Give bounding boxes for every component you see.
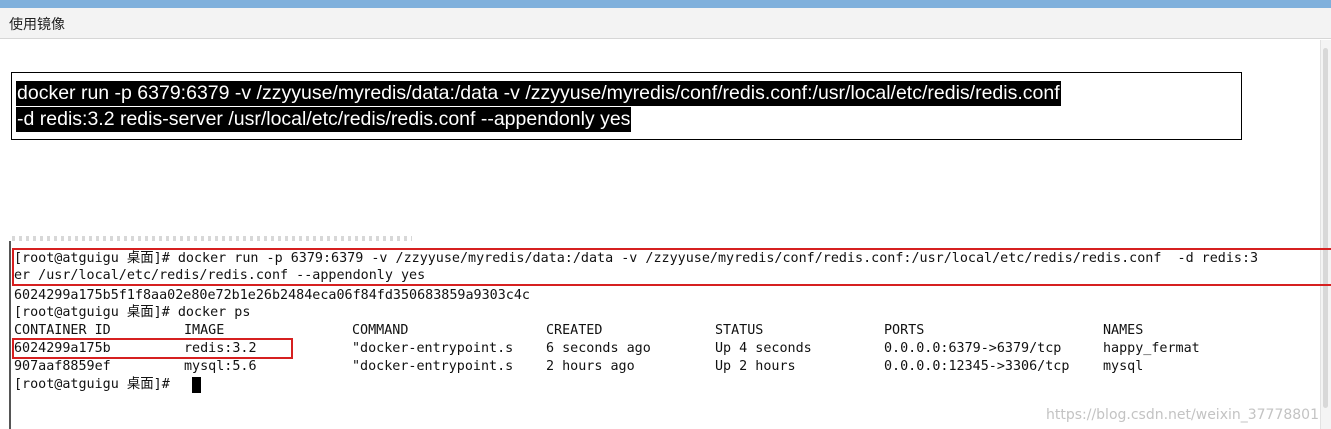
command-line-2: -d redis:3.2 redis-server /usr/local/etc… [16, 107, 632, 132]
terminal-output: [root@atguigu 桌面]# docker run -p 6379:63… [9, 241, 1331, 429]
command-box: docker run -p 6379:6379 -v /zzyyuse/myre… [11, 72, 1242, 140]
row2-image: mysql:5.6 [184, 359, 257, 374]
row2-container-id: 907aaf8859ef [14, 359, 111, 374]
row1-names: happy_fermat [1103, 341, 1200, 356]
row1-created: 6 seconds ago [546, 341, 651, 356]
section-title-bar: 使用镜像 [0, 8, 1331, 39]
section-title: 使用镜像 [9, 17, 65, 33]
col-header-status: STATUS [715, 323, 764, 338]
top-accent-strip [0, 0, 1331, 8]
col-header-command: COMMAND [352, 323, 409, 338]
row2-created: 2 hours ago [546, 359, 635, 374]
document-window: 使用镜像 docker run -p 6379:6379 -v /zzyyuse… [0, 8, 1331, 429]
terminal-prompt: [root@atguigu 桌面]# [14, 377, 178, 392]
col-header-names: NAMES [1103, 323, 1144, 338]
highlight-redis-container [12, 338, 293, 359]
highlight-run-command [12, 248, 1331, 286]
row2-ports: 0.0.0.0:12345->3306/tcp [884, 359, 1070, 374]
scrollbar-thumb[interactable] [1323, 48, 1328, 408]
command-line-1: docker run -p 6379:6379 -v /zzyyuse/myre… [16, 81, 1061, 106]
col-header-created: CREATED [546, 323, 603, 338]
terminal-cursor [192, 377, 201, 393]
csdn-watermark: https://blog.csdn.net/weixin_37778801 [1045, 407, 1319, 423]
row2-names: mysql [1103, 359, 1144, 374]
row1-command: "docker-entrypoint.s [352, 341, 514, 356]
row1-ports: 0.0.0.0:6379->6379/tcp [884, 341, 1062, 356]
terminal-line-container-hash: 6024299a175b5f1f8aa02e80e72b1e26b2484eca… [14, 288, 530, 303]
row2-command: "docker-entrypoint.s [352, 359, 514, 374]
terminal-line-docker-ps: [root@atguigu 桌面]# docker ps [14, 305, 251, 320]
row1-status: Up 4 seconds [715, 341, 812, 356]
row2-status: Up 2 hours [715, 359, 796, 374]
vertical-scrollbar[interactable] [1320, 40, 1331, 429]
col-header-ports: PORTS [884, 323, 925, 338]
